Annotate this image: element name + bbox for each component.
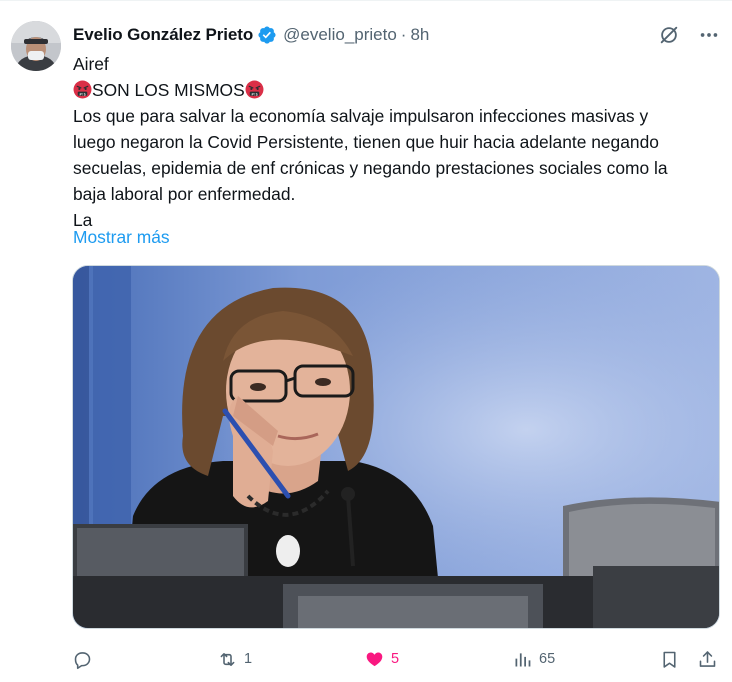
tweet-media-photo[interactable] (72, 265, 720, 629)
tweet-line: Airef (73, 54, 109, 74)
angry-face-with-symbols-icon: #!$ (73, 80, 92, 99)
svg-text:#!$: #!$ (79, 92, 87, 96)
like-button[interactable]: 5 (364, 646, 399, 672)
tweet-text: Airef #!$ SON LOS MISMOS #!$ Los que par… (73, 51, 723, 233)
share-button[interactable] (697, 646, 718, 672)
photo-image (73, 266, 719, 628)
tweet-header: Evelio González Prieto @evelio_prieto · … (73, 23, 720, 47)
author-display-name[interactable]: Evelio González Prieto (73, 25, 253, 45)
tweet-line: SON LOS MISMOS (92, 80, 245, 100)
views-count: 65 (539, 651, 556, 667)
verified-badge-icon (258, 26, 276, 44)
avatar[interactable] (11, 21, 61, 71)
tweet-line-emoji: #!$ SON LOS MISMOS #!$ (73, 77, 723, 103)
retweet-icon (220, 652, 235, 666)
svg-text:#!$: #!$ (251, 92, 259, 96)
tweet-line: La (73, 210, 93, 230)
heart-icon (366, 652, 383, 666)
angry-face-with-symbols-icon: #!$ (245, 80, 264, 99)
more-options-icon[interactable] (698, 24, 720, 46)
tweet[interactable]: Evelio González Prieto @evelio_prieto · … (0, 0, 732, 682)
reply-icon (74, 651, 91, 669)
author-handle[interactable]: @evelio_prieto (283, 25, 397, 45)
separator-dot: · (400, 25, 407, 44)
retweet-count: 1 (244, 651, 253, 667)
show-more-link[interactable]: Mostrar más (73, 227, 170, 248)
avatar-image (11, 21, 61, 71)
bookmark-icon (663, 651, 676, 668)
views-icon (515, 652, 531, 666)
header-actions (658, 23, 720, 47)
tweet-actions: 1 5 65 (72, 646, 722, 672)
grok-icon[interactable] (658, 24, 680, 46)
share-icon (699, 650, 716, 667)
tweet-line: Los que para salvar la economía salvaje … (73, 106, 649, 126)
retweet-button[interactable]: 1 (217, 646, 252, 672)
like-count: 5 (391, 651, 400, 667)
tweet-line: luego negaron la Covid Persistente, tien… (73, 132, 659, 152)
tweet-line: baja laboral por enfermedad. (73, 184, 296, 204)
tweet-time[interactable]: 8h (410, 25, 429, 45)
tweet-line: secuelas, epidemia de enf crónicas y neg… (73, 158, 668, 178)
reply-button[interactable] (72, 646, 99, 672)
bookmark-button[interactable] (659, 646, 680, 672)
views-button[interactable]: 65 (512, 646, 555, 672)
